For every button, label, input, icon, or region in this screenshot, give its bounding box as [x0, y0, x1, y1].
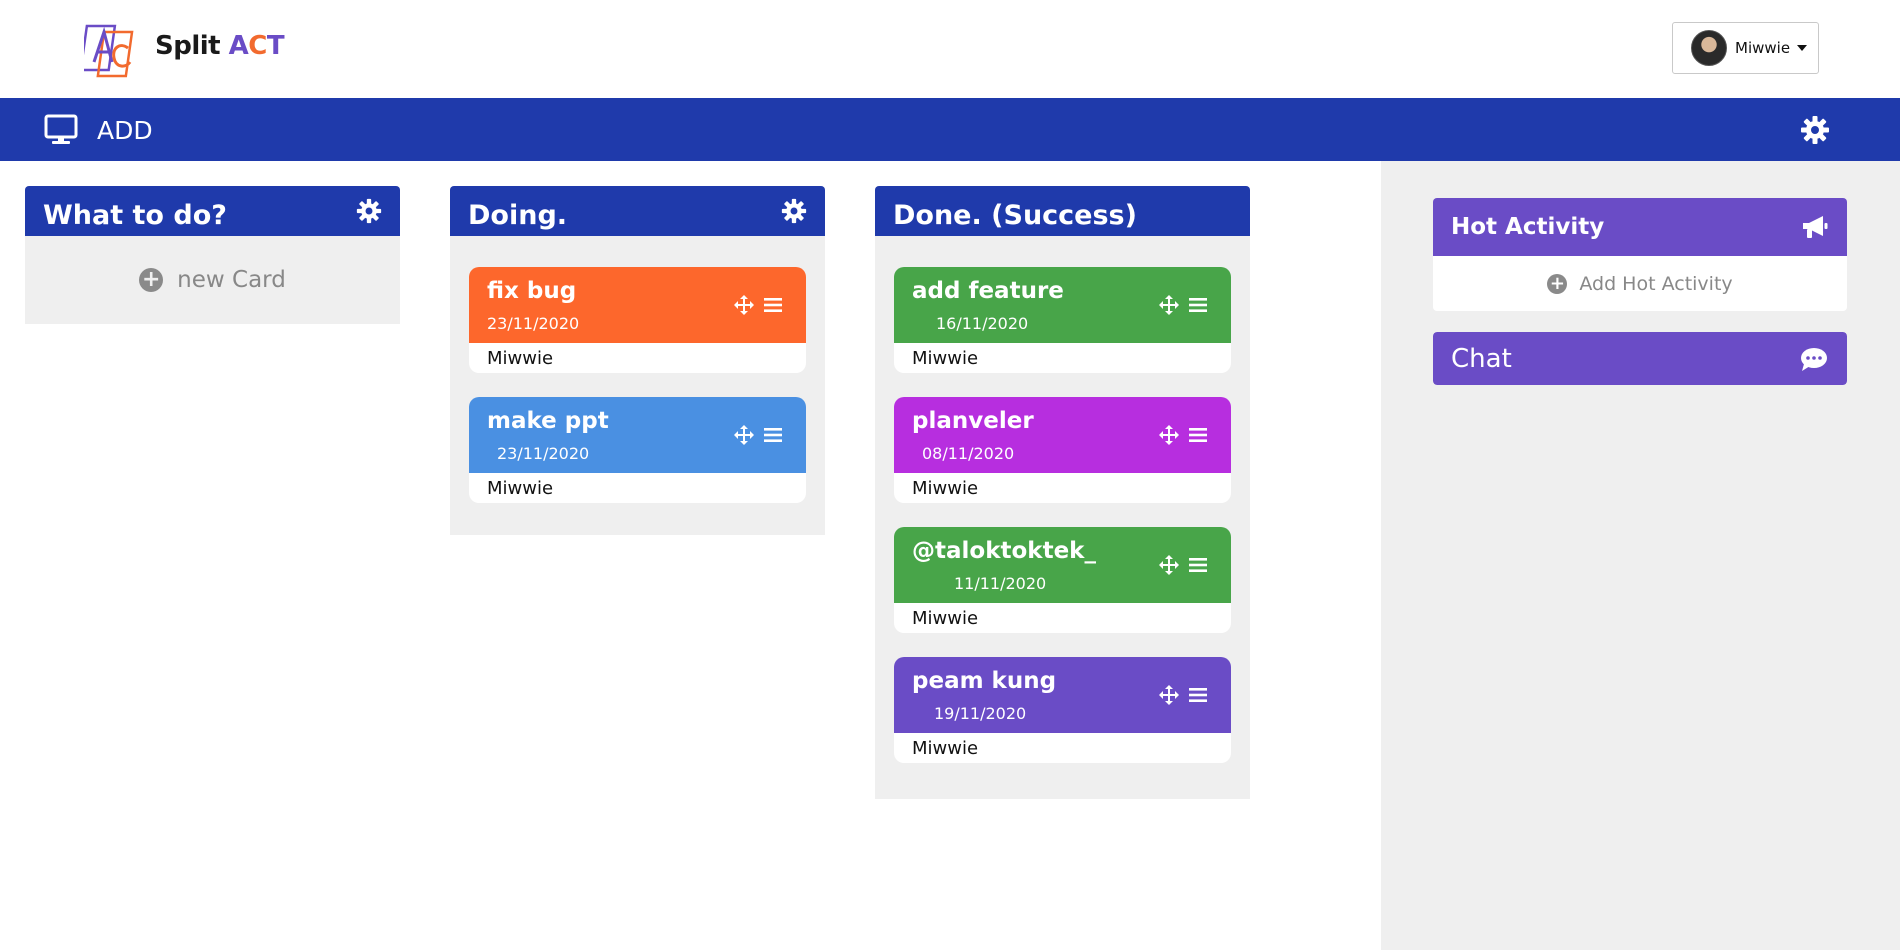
move-arrows-icon[interactable]	[1159, 425, 1179, 445]
card-title: peam kung	[912, 668, 1057, 694]
gear-icon[interactable]	[781, 198, 807, 224]
task-card[interactable]: add feature 16/11/2020 Miwwie	[894, 267, 1231, 373]
card-date: 11/11/2020	[954, 574, 1047, 593]
card-owner: Miwwie	[912, 738, 979, 759]
board-toolbar: ADD	[0, 98, 1900, 161]
card-date: 19/11/2020	[934, 704, 1027, 723]
toolbar-title: ADD	[97, 116, 153, 145]
task-card[interactable]: fix bug 23/11/2020 Miwwie	[469, 267, 806, 373]
card-title: @taloktoktek_	[912, 538, 1096, 564]
card-owner: Miwwie	[487, 478, 554, 499]
column-header: Done. (Success)	[875, 186, 1250, 236]
monitor-icon	[44, 114, 78, 144]
chat-header[interactable]: Chat	[1433, 332, 1847, 385]
task-card[interactable]: peam kung 19/11/2020 Miwwie	[894, 657, 1231, 763]
hamburger-menu-icon[interactable]	[1189, 557, 1207, 573]
hamburger-menu-icon[interactable]	[1189, 427, 1207, 443]
add-hot-activity-button[interactable]: + Add Hot Activity	[1433, 256, 1847, 311]
hamburger-menu-icon[interactable]	[764, 297, 782, 313]
column-title: Done. (Success)	[893, 199, 1137, 231]
megaphone-icon	[1803, 216, 1828, 238]
hamburger-menu-icon[interactable]	[1189, 687, 1207, 703]
user-name: Miwwie	[1735, 39, 1791, 57]
column-what-to-do: What to do? + new Card	[25, 186, 400, 324]
card-title: make ppt	[487, 408, 609, 434]
card-title: planveler	[912, 408, 1034, 434]
card-date: 08/11/2020	[922, 444, 1015, 463]
card-title: add feature	[912, 278, 1064, 304]
plus-circle-icon: +	[139, 268, 164, 292]
hamburger-menu-icon[interactable]	[764, 427, 782, 443]
chat-bubble-icon	[1801, 347, 1827, 371]
column-title: What to do?	[43, 199, 227, 231]
column-header: Doing.	[450, 186, 825, 236]
task-card[interactable]: make ppt 23/11/2020 Miwwie	[469, 397, 806, 503]
card-date: 23/11/2020	[487, 314, 580, 333]
card-owner: Miwwie	[912, 608, 979, 629]
brand-name[interactable]: Split ACT	[155, 31, 285, 61]
card-title: fix bug	[487, 278, 577, 304]
gear-icon[interactable]	[356, 198, 382, 224]
card-date: 16/11/2020	[936, 314, 1029, 333]
gear-icon[interactable]	[1800, 115, 1830, 145]
split-act-logo-icon[interactable]	[84, 18, 138, 80]
task-card[interactable]: planveler 08/11/2020 Miwwie	[894, 397, 1231, 503]
caret-down-icon	[1797, 45, 1808, 51]
column-doing: Doing. fix bug 23/11/2020 Miwwie make pp…	[450, 186, 825, 535]
card-owner: Miwwie	[912, 478, 979, 499]
task-card[interactable]: @taloktoktek_ 11/11/2020 Miwwie	[894, 527, 1231, 633]
hot-activity-panel: Hot Activity + Add Hot Activity	[1433, 198, 1847, 311]
column-done: Done. (Success) add feature 16/11/2020 M…	[875, 186, 1250, 799]
new-card-label: new Card	[177, 267, 286, 293]
chat-title: Chat	[1451, 343, 1512, 374]
chat-panel[interactable]: Chat	[1433, 332, 1847, 385]
hot-activity-header: Hot Activity	[1433, 198, 1847, 256]
plus-circle-icon: +	[1547, 273, 1568, 294]
top-header: Split ACT Miwwie	[0, 0, 1900, 98]
move-arrows-icon[interactable]	[734, 425, 754, 445]
hot-activity-title: Hot Activity	[1451, 214, 1605, 240]
move-arrows-icon[interactable]	[1159, 295, 1179, 315]
card-date: 23/11/2020	[497, 444, 590, 463]
hamburger-menu-icon[interactable]	[1189, 297, 1207, 313]
card-owner: Miwwie	[487, 348, 554, 369]
new-card-button[interactable]: + new Card	[25, 236, 400, 324]
add-hot-activity-label: Add Hot Activity	[1579, 272, 1733, 295]
user-menu-button[interactable]: Miwwie	[1672, 22, 1819, 74]
move-arrows-icon[interactable]	[734, 295, 754, 315]
avatar	[1691, 30, 1727, 66]
move-arrows-icon[interactable]	[1159, 555, 1179, 575]
move-arrows-icon[interactable]	[1159, 685, 1179, 705]
column-title: Doing.	[468, 199, 568, 231]
card-owner: Miwwie	[912, 348, 979, 369]
column-header: What to do?	[25, 186, 400, 236]
